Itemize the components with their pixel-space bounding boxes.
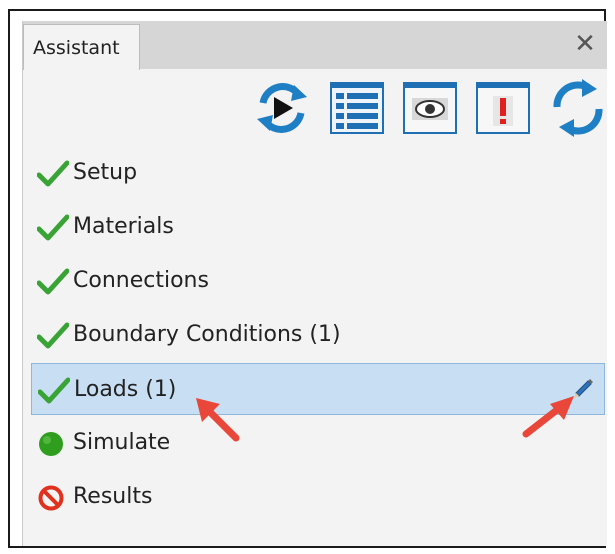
close-icon[interactable]: ✕ xyxy=(571,30,599,58)
list-view-icon[interactable] xyxy=(328,79,386,137)
tab-assistant[interactable]: Assistant xyxy=(23,24,140,70)
eye-icon[interactable] xyxy=(401,79,459,137)
play-refresh-icon[interactable] xyxy=(253,79,311,137)
step-boundary-conditions[interactable]: Boundary Conditions (1) xyxy=(31,309,605,361)
step-simulate[interactable]: Simulate xyxy=(31,417,605,469)
annotation-arrow-icon xyxy=(196,398,240,442)
step-label: Simulate xyxy=(73,430,171,455)
step-label: Setup xyxy=(73,160,138,185)
step-results[interactable]: Results xyxy=(31,471,605,523)
step-materials[interactable]: Materials xyxy=(31,201,605,253)
step-label: Materials xyxy=(73,214,174,239)
step-loads[interactable]: Loads (1) xyxy=(31,363,605,415)
step-connections[interactable]: Connections xyxy=(31,255,605,307)
annotation-arrow-icon xyxy=(522,396,574,438)
step-label: Connections xyxy=(73,268,209,293)
step-setup[interactable]: Setup xyxy=(31,147,605,199)
step-label: Results xyxy=(73,484,153,509)
prohibited-icon xyxy=(37,484,69,512)
tab-strip: Assistant ✕ xyxy=(23,21,607,70)
step-label: Boundary Conditions (1) xyxy=(73,322,341,347)
check-icon xyxy=(37,322,69,350)
check-icon xyxy=(38,377,70,405)
step-label: Loads (1) xyxy=(74,377,177,402)
sync-icon[interactable] xyxy=(549,79,607,137)
green-circle-icon xyxy=(37,430,69,458)
check-icon xyxy=(37,214,69,242)
warning-icon[interactable] xyxy=(474,79,532,137)
assistant-toolbar xyxy=(253,79,607,139)
check-icon xyxy=(37,268,69,296)
check-icon xyxy=(37,160,69,188)
assistant-panel: Assistant ✕ Setup Materials Connections … xyxy=(22,21,607,546)
